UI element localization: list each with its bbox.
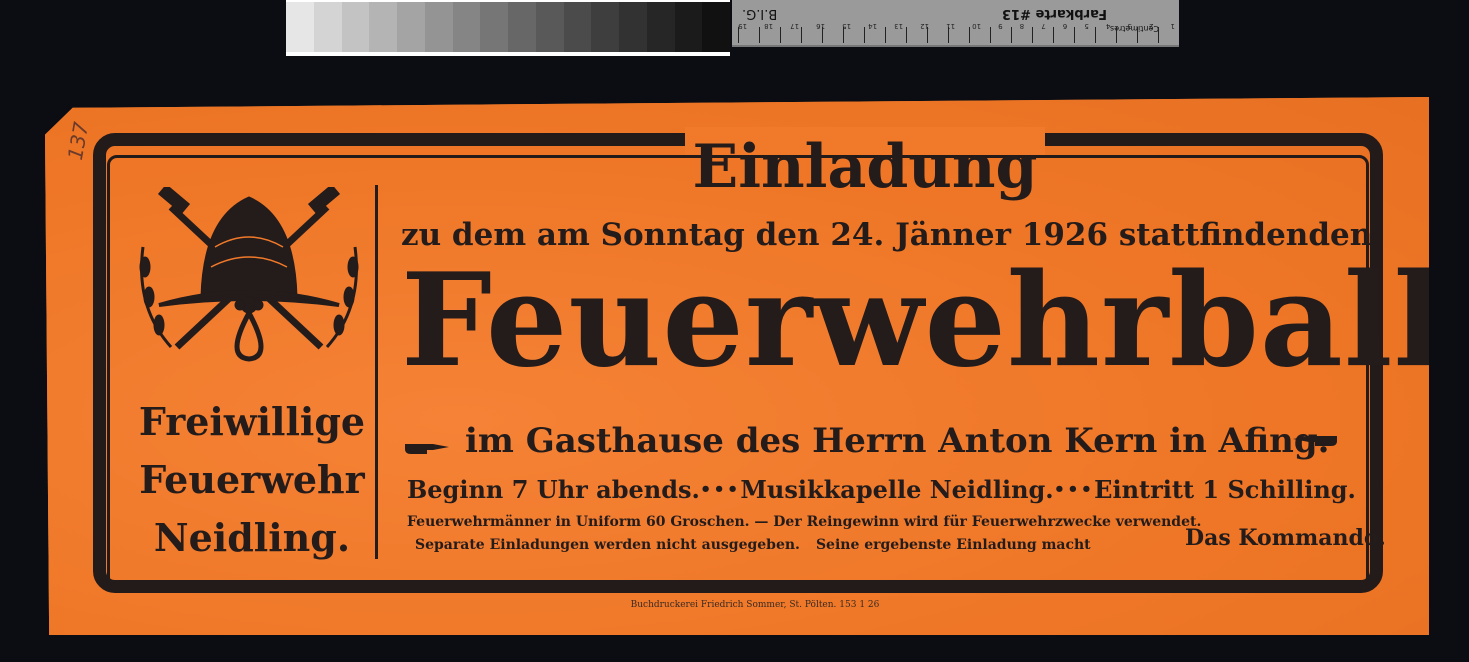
gray-patch	[286, 2, 314, 52]
gray-patch	[591, 2, 619, 52]
ruler-brand: B.I.G.	[742, 6, 778, 21]
event-name: Feuerwehrball	[401, 246, 1444, 396]
signature: Das Kommando.	[1185, 525, 1386, 551]
poster-title: Einladung	[692, 132, 1038, 202]
gray-patch	[508, 2, 536, 52]
gray-patch	[369, 2, 397, 52]
start-time: Beginn 7 Uhr abends.	[407, 475, 700, 504]
note-uniform: Feuerwehrmänner in Uniform 60 Groschen. …	[407, 514, 1202, 530]
poster: 137 Einladung Freiwillige Feuerwehr Neid…	[45, 97, 1429, 635]
venue-line: im Gasthause des Herrn Anton Kern in Afi…	[465, 421, 1330, 461]
org-line-3: Neidling.	[153, 515, 351, 560]
printer-imprint: Buchdruckerei Friedrich Sommer, St. Pölt…	[630, 600, 880, 610]
note-separate: Separate Einladungen werden nicht ausgeg…	[415, 537, 800, 553]
separator-dots: •••	[1053, 479, 1095, 500]
gray-patch	[535, 2, 564, 52]
entry-fee: Eintritt 1 Schilling.	[1094, 475, 1356, 504]
gray-patch	[424, 2, 453, 52]
event-info-row: Beginn 7 Uhr abends. ••• Musikkapelle Ne…	[407, 475, 1356, 504]
color-target-strip	[286, 0, 730, 56]
org-line-2: Feuerwehr	[139, 457, 365, 502]
gray-patch	[702, 2, 730, 52]
ruler-ticks	[738, 27, 1175, 43]
gray-patch	[480, 2, 508, 52]
gray-patch	[646, 2, 675, 52]
fire-brigade-emblem-icon	[139, 187, 359, 362]
gray-patch	[674, 2, 703, 52]
org-line-1: Freiwillige	[138, 399, 366, 444]
note-closing: Seine ergebenste Einladung macht	[815, 537, 1091, 553]
inventory-mark: 137	[62, 120, 94, 162]
gray-patch	[397, 2, 425, 52]
gray-patch	[619, 2, 647, 52]
music-band: Musikkapelle Neidling.	[740, 475, 1054, 504]
gray-patch	[452, 2, 481, 52]
separator-dots: •••	[699, 479, 741, 500]
vertical-divider	[375, 185, 378, 559]
gray-patch	[341, 2, 370, 52]
scale-ruler: B.I.G. Farbkarte #13 Centimetres 1234567…	[732, 0, 1179, 47]
ruler-label: Farbkarte #13	[1002, 6, 1107, 21]
note-invitations: Separate Einladungen werden nicht ausgeg…	[407, 537, 1091, 553]
gray-patch	[313, 2, 342, 52]
organization-name: Freiwillige Feuerwehr Neidling.	[129, 393, 375, 567]
pointing-hand-left-icon	[1293, 436, 1337, 446]
pointing-hand-right-icon	[405, 444, 449, 454]
gray-patch	[563, 2, 592, 52]
